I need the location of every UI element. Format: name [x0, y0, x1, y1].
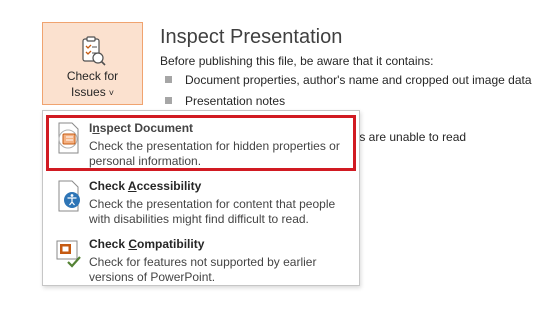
menu-item-check-compatibility[interactable]: Check Compatibility Check for features n… — [43, 231, 359, 287]
checklist-icon — [79, 36, 107, 69]
bullet-icon — [165, 76, 172, 83]
check-for-issues-label: Check for — [66, 69, 119, 83]
compatibility-icon — [53, 237, 83, 276]
issues-list: Document properties, author's name and c… — [165, 72, 532, 114]
panel-title: Inspect Presentation — [160, 26, 343, 48]
menu-item-description: Check for features not supported by earl… — [89, 255, 317, 284]
check-for-issues-button[interactable]: Check for Issues ˅ — [42, 22, 143, 105]
obscured-text: ies are unable to read — [350, 130, 467, 144]
issues-label: Issues — [71, 85, 106, 99]
chevron-down-icon: ˅ — [108, 88, 114, 98]
menu-item-check-accessibility[interactable]: Check Accessibility Check the presentati… — [43, 173, 359, 229]
menu-item-description: Check the presentation for hidden proper… — [89, 139, 340, 168]
inspect-document-icon — [53, 121, 83, 160]
menu-item-title: Check Accessibility — [89, 179, 202, 193]
menu-item-description: Check the presentation for content that … — [89, 197, 336, 226]
menu-item-inspect-document[interactable]: Inspect Document Check the presentation … — [43, 115, 359, 171]
bullet-icon — [165, 97, 172, 104]
menu-item-title: Inspect Document — [89, 121, 194, 135]
list-item: Document properties, author's name and c… — [165, 72, 532, 93]
panel-description: Before publishing this file, be aware th… — [160, 54, 434, 68]
check-for-issues-menu: Inspect Document Check the presentation … — [42, 110, 360, 286]
menu-item-title: Check Compatibility — [89, 237, 205, 251]
accessibility-icon — [53, 179, 83, 218]
